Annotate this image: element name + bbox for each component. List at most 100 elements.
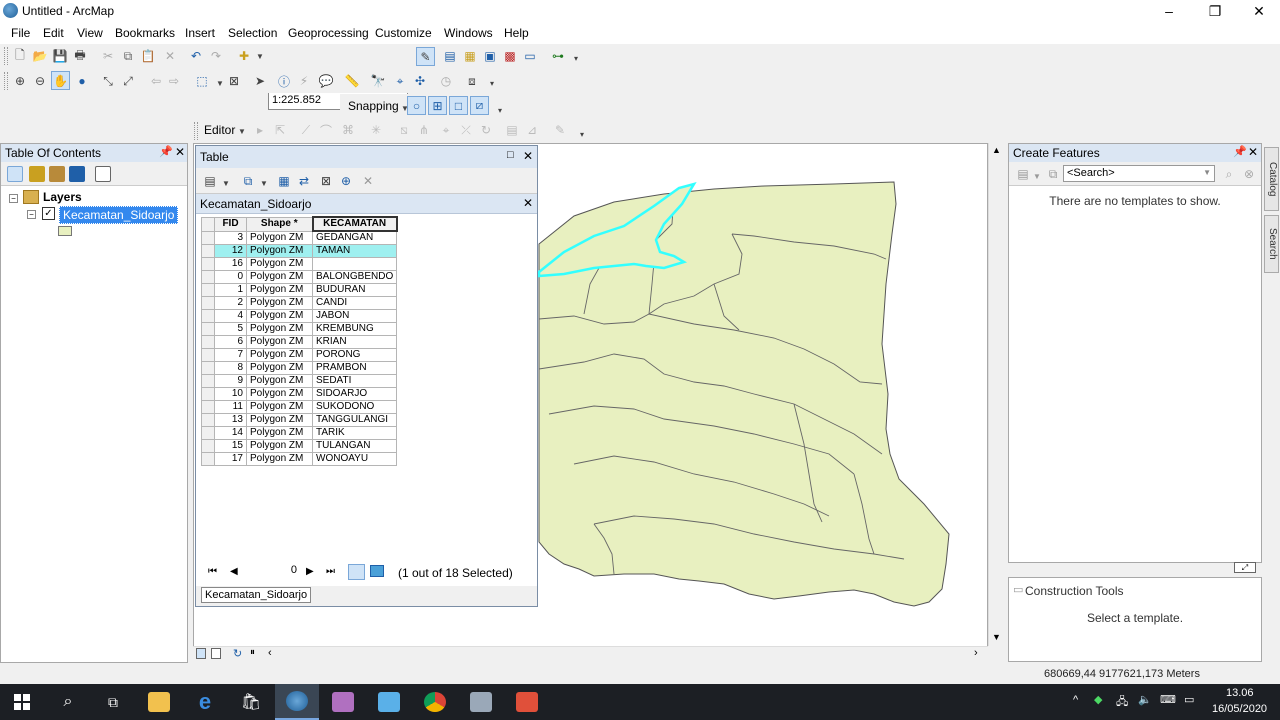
store-icon[interactable]: 🛍	[229, 684, 273, 720]
cell-fid[interactable]: 15	[214, 439, 247, 453]
pan-icon[interactable]: ✋	[51, 71, 70, 90]
table-row[interactable]: 2 Polygon ZM CANDI	[201, 296, 398, 310]
task-view-icon[interactable]: ⧉	[91, 684, 135, 720]
print-icon[interactable]: 🖶	[72, 48, 88, 64]
next-record-icon[interactable]: ▶	[306, 566, 314, 577]
list-by-visibility-icon[interactable]	[49, 166, 65, 182]
cell-kecamatan[interactable]: TANGGULANGI	[311, 413, 398, 427]
row-selector[interactable]	[201, 400, 215, 414]
row-selector[interactable]	[201, 296, 215, 310]
table-title-bar[interactable]: Table □ ✕	[196, 146, 537, 168]
cell-fid[interactable]: 2	[214, 296, 247, 310]
cell-shape[interactable]: Polygon ZM	[246, 439, 313, 453]
hyperlink-icon[interactable]: ⚡	[296, 73, 312, 89]
cell-kecamatan[interactable]: SIDOARJO	[311, 387, 398, 401]
cell-kecamatan[interactable]: TULANGAN	[311, 439, 398, 453]
close-icon[interactable]: ✕	[1248, 145, 1258, 159]
maximize-button[interactable]: ❐	[1192, 0, 1238, 22]
template-properties-icon[interactable]: ⧉	[1045, 166, 1061, 182]
cell-fid[interactable]: 17	[214, 452, 247, 466]
cell-kecamatan[interactable]: CANDI	[311, 296, 398, 310]
layer-visibility-checkbox[interactable]: ✓	[42, 207, 55, 220]
toc-window-icon[interactable]: ▤	[442, 48, 458, 64]
security-status-icon[interactable]: ◆	[1094, 693, 1102, 706]
pin-icon[interactable]: 📌	[159, 145, 173, 158]
copy-icon[interactable]: ⧉	[120, 48, 136, 64]
edit-annotation-icon[interactable]: ⇱	[272, 122, 288, 138]
undo-icon[interactable]: ↶	[188, 48, 204, 64]
select-features-icon[interactable]: ⬚	[194, 73, 210, 89]
cell-shape[interactable]: Polygon ZM	[246, 426, 313, 440]
edit-vertices-icon[interactable]: ⧅	[396, 122, 412, 138]
clock-date[interactable]: 16/05/2020	[1212, 703, 1267, 715]
menu-selection[interactable]: Selection	[228, 26, 277, 40]
cell-shape[interactable]: Polygon ZM	[246, 296, 313, 310]
measure-icon[interactable]: 📏	[344, 73, 360, 89]
end-point-arc-icon[interactable]: ⌒	[318, 122, 334, 138]
reshape-icon[interactable]: ⋔	[416, 122, 432, 138]
show-selected-records-icon[interactable]	[370, 565, 384, 577]
list-by-selection-icon[interactable]	[69, 166, 85, 182]
cell-shape[interactable]: Polygon ZM	[246, 257, 313, 271]
cell-shape[interactable]: Polygon ZM	[246, 322, 313, 336]
cell-kecamatan[interactable]: PRAMBON	[311, 361, 398, 375]
row-selector[interactable]	[201, 361, 215, 375]
open-folder-icon[interactable]: 📂	[32, 48, 48, 64]
row-selector[interactable]	[201, 309, 215, 323]
panel-options-icon[interactable]: ⤢	[1234, 562, 1256, 573]
cell-fid[interactable]: 9	[214, 374, 247, 388]
cell-fid[interactable]: 11	[214, 400, 247, 414]
map-horizontal-scrollbar[interactable]: ↻ ⏸ ‹ ›	[193, 646, 988, 662]
switch-selection-icon[interactable]: ⇄	[296, 173, 312, 189]
cell-shape[interactable]: Polygon ZM	[246, 361, 313, 375]
show-hidden-icons-icon[interactable]: ^	[1073, 694, 1078, 706]
chevron-down-icon[interactable]: ▼	[218, 175, 234, 191]
arctoolbox-icon[interactable]: ▩	[502, 48, 518, 64]
cell-kecamatan[interactable]: SEDATI	[311, 374, 398, 388]
chevron-down-icon[interactable]: ▼	[256, 175, 272, 191]
cell-fid[interactable]: 10	[214, 387, 247, 401]
fixed-zoom-out-icon[interactable]: ⤢	[120, 73, 136, 89]
menu-customize[interactable]: Customize	[375, 26, 432, 40]
cell-fid[interactable]: 1	[214, 283, 247, 297]
delete-selected-icon[interactable]: ✕	[360, 173, 376, 189]
clear-selection-icon[interactable]: ⊠	[318, 173, 334, 189]
table-row[interactable]: 12 Polygon ZM TAMAN	[201, 244, 398, 258]
chevron-down-icon[interactable]: ▼	[234, 123, 250, 139]
delete-icon[interactable]: ✕	[162, 48, 178, 64]
row-selector[interactable]	[201, 452, 215, 466]
zoom-in-icon[interactable]: ⊕	[12, 73, 28, 89]
close-icon[interactable]: ✕	[523, 149, 533, 163]
editor-menu[interactable]: Editor	[204, 123, 235, 137]
cell-shape[interactable]: Polygon ZM	[246, 230, 313, 245]
record-index-input[interactable]: 0	[256, 564, 300, 580]
menu-edit[interactable]: Edit	[43, 26, 64, 40]
table-row[interactable]: 1 Polygon ZM BUDURAN	[201, 283, 398, 297]
column-header-shape[interactable]: Shape *	[246, 216, 313, 232]
pin-icon[interactable]: 📌	[1233, 145, 1247, 158]
table-row[interactable]: 14 Polygon ZM TARIK	[201, 426, 398, 440]
table-row[interactable]: 7 Polygon ZM PORONG	[201, 348, 398, 362]
toolbar-options-icon[interactable]: ▾	[568, 50, 584, 66]
first-record-icon[interactable]: ⏮	[208, 566, 217, 577]
toolbar-grip[interactable]	[4, 47, 8, 65]
create-features-icon[interactable]: ✎	[552, 122, 568, 138]
go-forward-icon[interactable]: ⇨	[166, 73, 182, 89]
row-selector[interactable]	[201, 244, 215, 258]
cell-kecamatan[interactable]: SUKODONO	[311, 400, 398, 414]
clear-search-icon[interactable]: ⊗	[1241, 166, 1257, 182]
cell-kecamatan[interactable]: WONOAYU	[311, 452, 398, 466]
cell-shape[interactable]: Polygon ZM	[246, 270, 313, 284]
table-row[interactable]: 9 Polygon ZM SEDATI	[201, 374, 398, 388]
column-header-kecamatan[interactable]: KECAMATAN	[311, 216, 398, 232]
row-selector[interactable]	[201, 257, 215, 271]
close-icon[interactable]: ✕	[175, 145, 185, 159]
cell-kecamatan[interactable]: BALONGBENDO	[311, 270, 398, 284]
go-to-xy-icon[interactable]: ✣	[412, 73, 428, 89]
options-icon[interactable]	[95, 166, 111, 182]
cell-shape[interactable]: Polygon ZM	[246, 348, 313, 362]
scroll-left-icon[interactable]: ‹	[268, 647, 272, 659]
cell-fid[interactable]: 5	[214, 322, 247, 336]
table-options-icon[interactable]: ▤	[202, 173, 218, 189]
snapping-menu[interactable]: Snapping	[348, 99, 399, 113]
